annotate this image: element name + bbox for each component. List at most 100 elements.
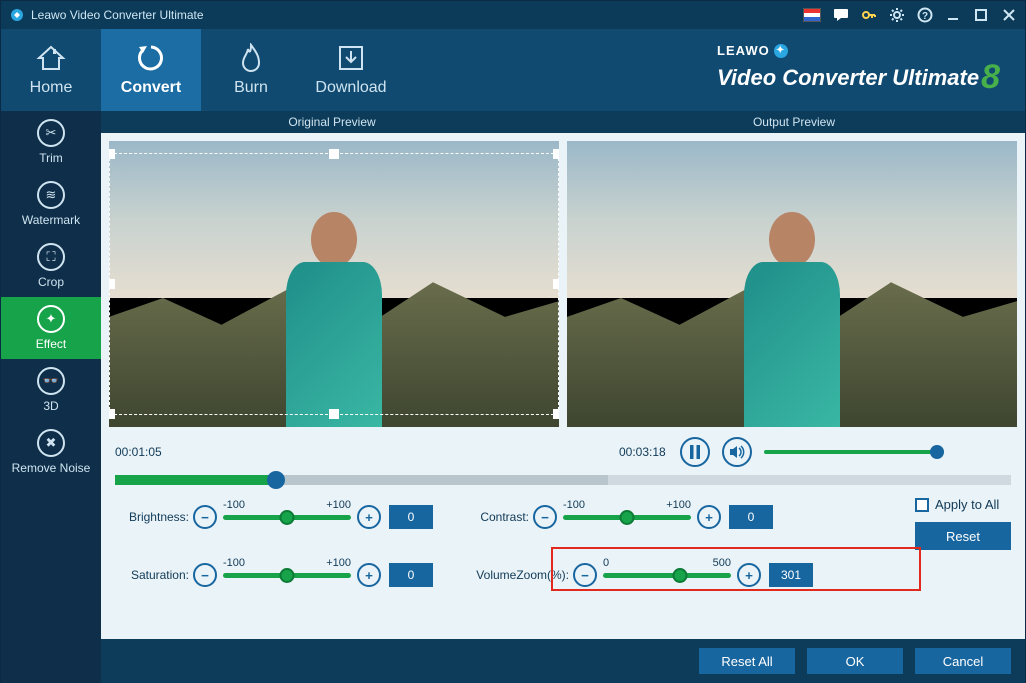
effects-panel: Brightness: − -100+100 + 0 Saturation: −… (101, 491, 1025, 595)
contrast-slider[interactable]: -100+100 (563, 515, 691, 520)
svg-text:?: ? (922, 11, 928, 22)
close-button[interactable] (1001, 7, 1017, 23)
feedback-icon[interactable] (833, 7, 849, 23)
side-crop[interactable]: ⛶ Crop (1, 235, 101, 297)
brightness-thumb[interactable] (280, 510, 295, 525)
volumezoom-slider[interactable]: 0500 (603, 573, 731, 578)
side-label: 3D (43, 399, 58, 413)
maximize-button[interactable] (973, 7, 989, 23)
apply-all-label: Apply to All (935, 497, 999, 512)
watermark-icon: ≋ (37, 181, 65, 209)
ok-button[interactable]: OK (807, 648, 903, 674)
volume-slider-thumb[interactable] (930, 445, 944, 459)
volumezoom-minus-button[interactable]: − (573, 563, 597, 587)
remove-noise-icon: ✖ (37, 429, 65, 457)
saturation-slider[interactable]: -100+100 (223, 573, 351, 578)
saturation-thumb[interactable] (280, 568, 295, 583)
contrast-minus-button[interactable]: − (533, 505, 557, 529)
volumezoom-label: VolumeZoom(%): (463, 568, 573, 582)
crop-handle[interactable] (553, 279, 559, 289)
home-icon (36, 43, 66, 73)
brand-text: LEAWO (717, 43, 770, 58)
side-label: Trim (39, 151, 63, 165)
contrast-label: Contrast: (463, 510, 533, 524)
version-glyph: 8 (981, 58, 1000, 97)
logo: LEAWO ✦ Video Converter Ultimate 8 (401, 29, 1025, 111)
crop-handle[interactable] (109, 409, 115, 419)
app-icon (9, 7, 25, 23)
side-trim[interactable]: ✂ Trim (1, 111, 101, 173)
reset-button[interactable]: Reset (915, 522, 1011, 550)
side-nav: ✂ Trim ≋ Watermark ⛶ Crop ✦ Effect 👓 3D … (1, 111, 101, 683)
original-preview[interactable] (109, 141, 559, 427)
side-label: Watermark (22, 213, 80, 227)
burn-icon (236, 43, 266, 73)
saturation-plus-button[interactable]: + (357, 563, 381, 587)
contrast-row: Contrast: − -100+100 + 0 (463, 497, 813, 537)
nav-label: Home (30, 79, 73, 97)
volumezoom-thumb[interactable] (672, 568, 687, 583)
key-icon[interactable] (861, 7, 877, 23)
bottom-bar: Reset All OK Cancel (101, 639, 1025, 683)
saturation-label: Saturation: (115, 568, 193, 582)
volumezoom-row: VolumeZoom(%): − 0500 + 301 (463, 555, 813, 595)
contrast-thumb[interactable] (620, 510, 635, 525)
content-area: Original Preview Output Preview (101, 111, 1025, 683)
output-preview (567, 141, 1017, 427)
reset-all-button[interactable]: Reset All (699, 648, 795, 674)
contrast-plus-button[interactable]: + (697, 505, 721, 529)
crop-handle[interactable] (553, 149, 559, 159)
side-watermark[interactable]: ≋ Watermark (1, 173, 101, 235)
cancel-button[interactable]: Cancel (915, 648, 1011, 674)
brightness-row: Brightness: − -100+100 + 0 (115, 497, 433, 537)
playback-row: 00:01:05 00:03:18 (101, 427, 1025, 471)
nav-label: Download (315, 79, 386, 97)
volume-slider[interactable] (764, 450, 944, 454)
apply-to-all-checkbox[interactable]: Apply to All (915, 497, 1011, 512)
brightness-value[interactable]: 0 (389, 505, 433, 529)
side-effect[interactable]: ✦ Effect (1, 297, 101, 359)
total-time: 00:03:18 (619, 445, 666, 459)
gear-icon[interactable] (889, 7, 905, 23)
side-label: Effect (36, 337, 66, 351)
nav-label: Convert (121, 79, 181, 97)
crop-handle[interactable] (553, 409, 559, 419)
nav-burn[interactable]: Burn (201, 29, 301, 111)
volume-button[interactable] (722, 437, 752, 467)
flag-icon[interactable] (803, 8, 821, 22)
glasses-icon: 👓 (37, 367, 65, 395)
preview-headers: Original Preview Output Preview (101, 111, 1025, 133)
volumezoom-value[interactable]: 301 (769, 563, 813, 587)
nav-home[interactable]: Home (1, 29, 101, 111)
brightness-label: Brightness: (115, 510, 193, 524)
main-nav: Home Convert Burn Download LEAWO ✦ Video… (1, 29, 1025, 111)
crop-handle[interactable] (109, 279, 115, 289)
window-title: Leawo Video Converter Ultimate (31, 8, 204, 22)
scissors-icon: ✂ (37, 119, 65, 147)
contrast-value[interactable]: 0 (729, 505, 773, 529)
output-preview-header: Output Preview (563, 111, 1025, 133)
nav-convert[interactable]: Convert (101, 29, 201, 111)
pause-button[interactable] (680, 437, 710, 467)
brand-dot-icon: ✦ (774, 44, 788, 58)
brightness-plus-button[interactable]: + (357, 505, 381, 529)
seek-thumb[interactable] (267, 471, 285, 489)
nav-download[interactable]: Download (301, 29, 401, 111)
side-3d[interactable]: 👓 3D (1, 359, 101, 421)
crop-handle[interactable] (329, 149, 339, 159)
nav-label: Burn (234, 79, 268, 97)
side-label: Crop (38, 275, 64, 289)
help-icon[interactable]: ? (917, 7, 933, 23)
saturation-minus-button[interactable]: − (193, 563, 217, 587)
crop-handle[interactable] (329, 409, 339, 419)
minimize-button[interactable] (945, 7, 961, 23)
crop-handle[interactable] (109, 149, 115, 159)
seek-bar[interactable] (115, 475, 1011, 485)
effect-icon: ✦ (37, 305, 65, 333)
saturation-value[interactable]: 0 (389, 563, 433, 587)
brightness-slider[interactable]: -100+100 (223, 515, 351, 520)
side-remove-noise[interactable]: ✖ Remove Noise (1, 421, 101, 483)
title-bar: Leawo Video Converter Ultimate ? (1, 1, 1025, 29)
volumezoom-plus-button[interactable]: + (737, 563, 761, 587)
brightness-minus-button[interactable]: − (193, 505, 217, 529)
